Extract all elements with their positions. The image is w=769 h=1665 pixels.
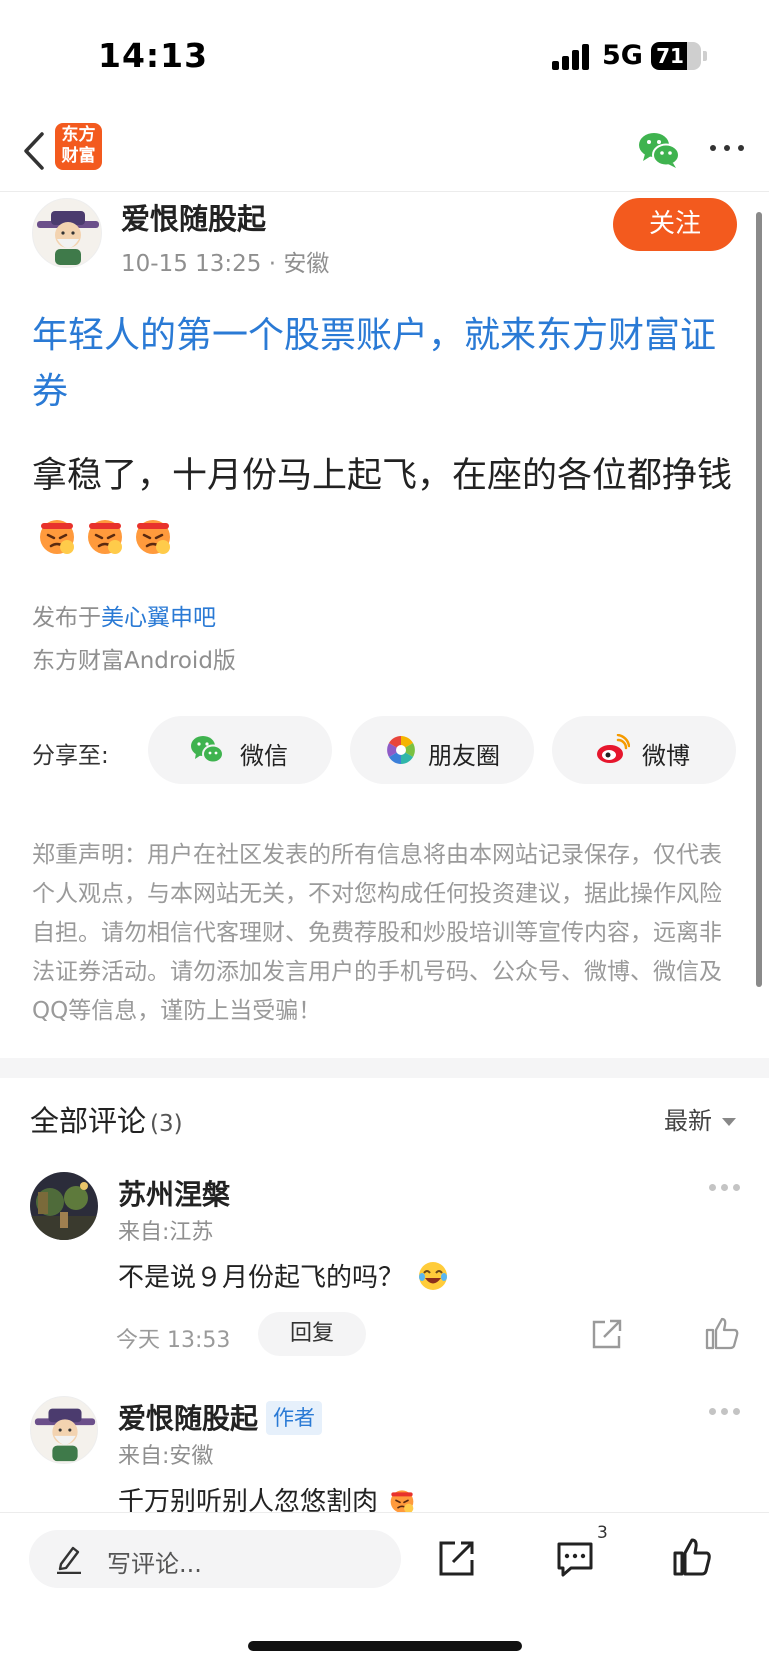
- comment-more-icon[interactable]: [709, 1184, 741, 1192]
- commenter-avatar[interactable]: [30, 1172, 98, 1240]
- battery-cap: [703, 51, 707, 61]
- angry-emoji-icon: [40, 520, 74, 554]
- comment-share-icon[interactable]: [590, 1317, 624, 1351]
- post-date: 10-15 13:25: [121, 251, 262, 277]
- comments-title: 全部评论: [30, 1104, 147, 1138]
- angry-emoji-icon: [390, 1490, 414, 1513]
- nav-bar: 东方 财富: [0, 110, 769, 192]
- post-meta: 10-15 13:25 · 安徽: [121, 244, 329, 278]
- share-wechat-button[interactable]: 微信: [148, 716, 332, 784]
- comment-count-badge: 3: [597, 1523, 608, 1543]
- reply-button[interactable]: 回复: [258, 1312, 366, 1356]
- author-badge: 作者: [266, 1401, 323, 1435]
- share-weibo-label: 微博: [642, 742, 690, 770]
- published-info: 发布于美心翼申吧: [32, 598, 216, 632]
- commenter-name-row: 爱恨随股起 作者: [118, 1397, 323, 1437]
- scrollbar[interactable]: [756, 212, 762, 987]
- comment-input[interactable]: 写评论...: [29, 1530, 401, 1588]
- angry-emoji-icon: [88, 520, 122, 554]
- commenter-location: 来自:安徽: [118, 1444, 214, 1469]
- app-logo[interactable]: 东方 财富: [55, 123, 102, 170]
- post-title[interactable]: 年轻人的第一个股票账户，就来东方财富证券: [32, 308, 742, 420]
- client-info: 东方财富Android版: [32, 648, 236, 674]
- commenter-location: 来自:江苏: [118, 1220, 214, 1245]
- like-icon[interactable]: [672, 1537, 712, 1577]
- sort-dropdown[interactable]: 最新: [664, 1101, 736, 1136]
- caret-down-icon: [722, 1118, 736, 1126]
- back-button[interactable]: [16, 128, 56, 174]
- commenter-name[interactable]: 苏州涅槃: [118, 1173, 230, 1213]
- comment-body: 不是说９月份起飞的吗？: [118, 1263, 405, 1293]
- post-location: 安徽: [283, 251, 330, 277]
- meta-separator: ·: [261, 251, 284, 277]
- comment-text: 不是说９月份起飞的吗？: [118, 1257, 448, 1294]
- status-time: 14:13: [98, 36, 209, 75]
- comments-count: (3): [150, 1111, 183, 1137]
- network-type: 5G: [602, 40, 643, 71]
- logo-text-line: 财富: [61, 146, 96, 166]
- weibo-icon: [597, 734, 630, 763]
- status-bar: 14:13 5G 71: [0, 0, 769, 110]
- comment-placeholder: 写评论...: [107, 1550, 202, 1578]
- author-name[interactable]: 爱恨随股起: [121, 196, 266, 238]
- disclaimer-text: 郑重声明：用户在社区发表的所有信息将由本网站记录保存，仅代表个人观点，与本网站无…: [32, 842, 722, 1024]
- logo-text-line: 东方: [61, 125, 96, 145]
- pen-icon: [57, 1546, 81, 1574]
- bottom-bar: 写评论... 3: [0, 1512, 769, 1665]
- bar-link[interactable]: 美心翼申吧: [101, 605, 216, 631]
- chevron-left-icon: [24, 132, 44, 170]
- comment-like-icon[interactable]: [704, 1316, 740, 1350]
- section-divider: [0, 1058, 769, 1078]
- published-prefix: 发布于: [32, 605, 101, 631]
- share-moments-button[interactable]: 朋友圈: [350, 716, 534, 784]
- share-icon[interactable]: [437, 1538, 477, 1578]
- comments-header: 全部评论 (3): [30, 1098, 183, 1140]
- signal-icon: [552, 44, 592, 70]
- more-icon[interactable]: [710, 142, 746, 154]
- share-wechat-label: 微信: [240, 742, 288, 770]
- comment-time: 今天 13:53: [116, 1328, 231, 1353]
- sort-label: 最新: [664, 1107, 712, 1135]
- commenter-avatar[interactable]: [30, 1396, 98, 1464]
- commenter-name[interactable]: 爱恨随股起: [118, 1402, 258, 1435]
- battery-icon: 71: [651, 42, 701, 70]
- share-label: 分享至:: [32, 743, 109, 769]
- laughing-emoji-icon: [419, 1262, 448, 1290]
- share-moments-label: 朋友圈: [428, 742, 500, 770]
- moments-icon: [387, 736, 415, 764]
- share-weibo-button[interactable]: 微博: [552, 716, 736, 784]
- angry-emoji-icon: [136, 520, 170, 554]
- follow-button[interactable]: 关注: [613, 198, 737, 251]
- comment-icon[interactable]: [555, 1540, 595, 1578]
- battery-level: 71: [656, 44, 684, 68]
- home-indicator[interactable]: [248, 1641, 522, 1651]
- wechat-icon: [191, 736, 224, 764]
- wechat-icon[interactable]: [637, 130, 681, 170]
- post-body: 拿稳了，十月份马上起飞，在座的各位都挣钱: [32, 456, 733, 496]
- author-avatar[interactable]: [32, 198, 102, 268]
- comment-more-icon[interactable]: [709, 1408, 741, 1416]
